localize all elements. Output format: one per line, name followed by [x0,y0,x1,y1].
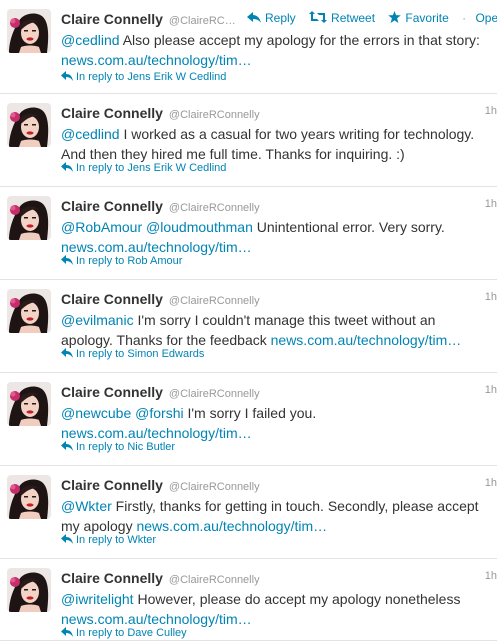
avatar[interactable] [7,103,51,147]
author-name[interactable]: Claire Connelly [61,198,163,214]
author-name[interactable]: Claire Connelly [61,291,163,307]
timestamp[interactable]: 1h [485,198,497,210]
author-handle[interactable]: @ClaireRConnelly [169,481,260,493]
mention-link[interactable]: @loudmouthman [146,219,253,235]
url-link[interactable]: news.com.au/technology/tim… [61,52,252,68]
separator-dot: · [462,10,467,25]
author-name[interactable]: Claire Connelly [61,11,163,27]
tweet-item[interactable]: Claire Connelly @ClaireRConnelly 1h @newc… [0,373,497,466]
avatar[interactable] [7,568,51,612]
author-name[interactable]: Claire Connelly [61,384,163,400]
tweet-item[interactable]: Claire Connelly @ClaireRConnelly 1h @iwri… [0,559,497,641]
tweet-text: @cedlind I worked as a casual for two ye… [61,124,491,164]
author-name[interactable]: Claire Connelly [61,570,163,586]
author-handle[interactable]: @ClaireRConnelly [169,295,260,307]
url-link[interactable]: news.com.au/technology/tim… [61,611,252,627]
timestamp[interactable]: 1h [485,477,497,489]
mention-link[interactable]: @Wkter [61,498,112,514]
url-link[interactable]: news.com.au/technology/tim… [61,239,252,255]
tweet-text: @cedlind Also please accept my apology f… [61,30,491,70]
avatar[interactable] [7,289,51,333]
reply-arrow-icon [61,441,73,451]
tweet-text: @evilmanic I'm sorry I couldn't manage t… [61,310,491,350]
reply-arrow-icon [61,255,73,265]
tweet-text: @Wkter Firstly, thanks for getting in to… [61,496,491,536]
url-link[interactable]: news.com.au/technology/tim… [271,332,462,348]
tweet-item[interactable]: Claire Connelly @ClaireRConnelly 1h @cedl… [0,94,497,187]
tweet-item[interactable]: Claire Connelly @ClaireRConnelly 1h @Wkte… [0,466,497,559]
url-link[interactable]: news.com.au/technology/tim… [136,518,327,534]
avatar[interactable] [7,196,51,240]
author-handle[interactable]: @ClaireRConnelly [169,388,260,400]
profile-photo-icon [7,568,51,612]
profile-photo-icon [7,9,51,53]
profile-photo-icon [7,196,51,240]
tweet-item[interactable]: Claire Connelly @ClaireRC… Reply Retweet … [0,0,497,94]
author-handle[interactable]: @ClaireRConnelly [169,202,260,214]
author-handle[interactable]: @ClaireRConnelly [169,574,260,586]
in-reply-to-link[interactable]: In reply to Jens Erik W Cedlind [61,162,226,174]
tweet-text-fragment: Also please accept my apology for the er… [119,32,480,48]
tweet-text-fragment: However, please do accept my apology non… [133,591,461,607]
favorite-button[interactable]: Favorite [388,10,449,25]
reply-button[interactable]: Reply [247,10,296,25]
in-reply-to-link[interactable]: In reply to Wkter [61,534,156,546]
in-reply-to-link[interactable]: In reply to Nic Butler [61,441,175,453]
reply-arrow-icon [61,162,73,172]
timestamp[interactable]: 1h [485,570,497,582]
tweet-text: @RobAmour @loudmouthman Unintentional er… [61,217,491,257]
mention-link[interactable]: @evilmanic [61,312,134,328]
profile-photo-icon [7,382,51,426]
tweet-text-fragment: Unintentional error. Very sorry. [252,219,445,235]
retweet-button[interactable]: Retweet [309,10,375,25]
avatar[interactable] [7,382,51,426]
author-handle[interactable]: @ClaireRConnelly [169,109,260,121]
timestamp[interactable]: 1h [485,105,497,117]
avatar[interactable] [7,475,51,519]
in-reply-to-link[interactable]: In reply to Rob Amour [61,255,182,267]
tweet-text-fragment: I worked as a casual for two years writi… [61,126,475,162]
profile-photo-icon [7,289,51,333]
in-reply-to-link[interactable]: In reply to Dave Culley [61,627,187,639]
reply-arrow-icon [61,627,73,637]
reply-arrow-icon [61,71,73,81]
mention-link[interactable]: @cedlind [61,32,120,48]
author-name[interactable]: Claire Connelly [61,477,163,493]
mention-link[interactable]: @RobAmour [61,219,142,235]
reply-icon [247,12,261,24]
reply-arrow-icon [61,534,73,544]
avatar[interactable] [7,9,51,53]
mention-link[interactable]: @cedlind [61,126,120,142]
url-link[interactable]: news.com.au/technology/tim… [61,425,252,441]
timestamp[interactable]: 1h [485,384,497,396]
mention-link[interactable]: @newcube [61,405,131,421]
tweet-item[interactable]: Claire Connelly @ClaireRConnelly 1h @evil… [0,280,497,373]
profile-photo-icon [7,475,51,519]
retweet-icon [309,11,328,24]
in-reply-to-link[interactable]: In reply to Jens Erik W Cedlind [61,71,226,83]
profile-photo-icon [7,103,51,147]
open-button[interactable]: Open [475,11,497,25]
tweet-text-fragment: I'm sorry I failed you. [183,405,317,421]
tweet-text: @iwritelight However, please do accept m… [61,589,491,629]
star-icon [388,11,402,24]
reply-arrow-icon [61,348,73,358]
tweet-text: @newcube @forshi I'm sorry I failed you.… [61,403,491,443]
mention-link[interactable]: @iwritelight [61,591,134,607]
author-handle[interactable]: @ClaireRC… [169,15,236,27]
tweet-item[interactable]: Claire Connelly @ClaireRConnelly 1h @RobA… [0,187,497,280]
mention-link[interactable]: @forshi [135,405,183,421]
author-name[interactable]: Claire Connelly [61,105,163,121]
in-reply-to-link[interactable]: In reply to Simon Edwards [61,348,204,360]
timestamp[interactable]: 1h [485,291,497,303]
tweet-actions: Reply Retweet Favorite · Open [247,10,497,25]
